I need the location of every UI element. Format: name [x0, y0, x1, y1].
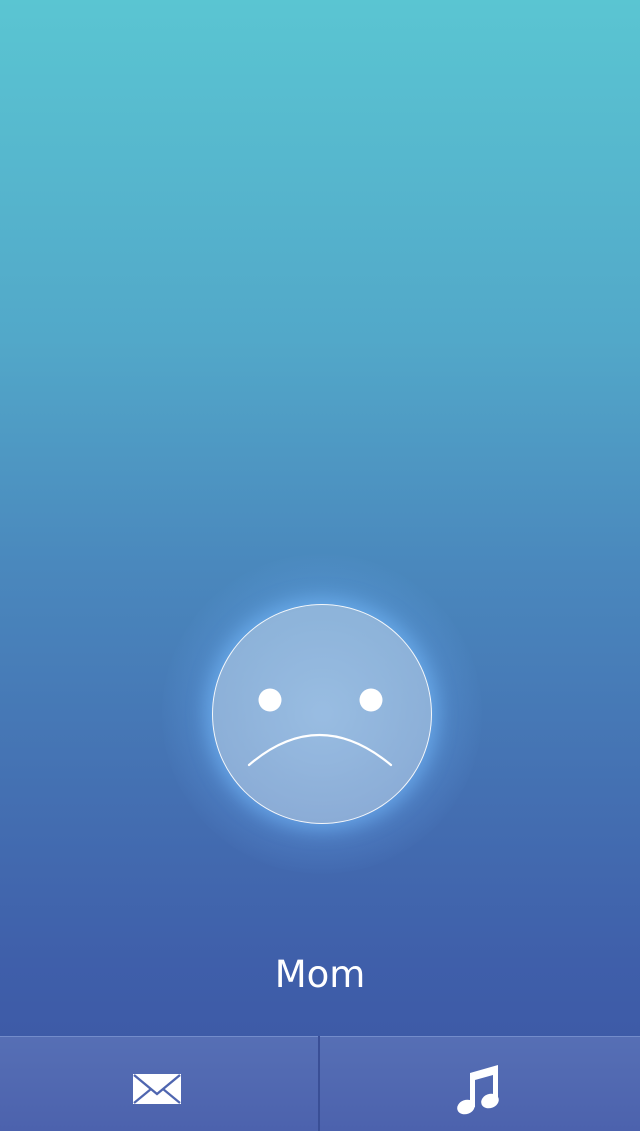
ringtone-button[interactable]	[320, 1036, 640, 1131]
message-button[interactable]	[0, 1036, 318, 1131]
left-eye	[258, 688, 282, 712]
sad-face-icon[interactable]	[212, 604, 432, 824]
bottom-action-bar	[0, 1036, 640, 1131]
sad-face-graphic	[247, 688, 393, 767]
right-eye	[359, 688, 383, 712]
frown-mouth	[247, 733, 393, 767]
caller-name: Mom	[274, 953, 366, 996]
incoming-call-screen: Mom	[0, 0, 640, 1131]
envelope-icon	[133, 1074, 181, 1104]
music-note-icon	[457, 1065, 499, 1115]
